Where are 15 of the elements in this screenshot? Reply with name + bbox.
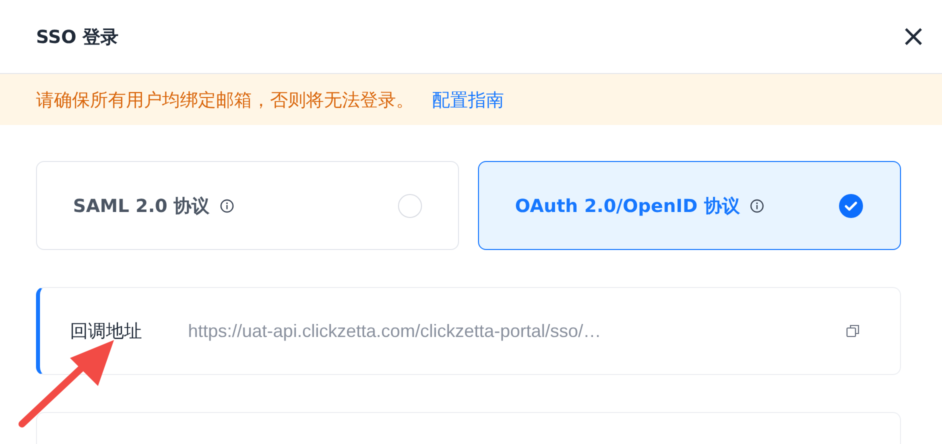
notice-text: 请确保所有用户均绑定邮箱，否则将无法登录。	[36, 88, 414, 112]
check-icon	[838, 192, 864, 218]
guide-link[interactable]: 配置指南	[432, 88, 504, 112]
protocol-label: SAML 2.0 协议	[73, 194, 210, 218]
protocol-option[interactable]: OAuth 2.0/OpenID 协议	[478, 161, 901, 250]
field-label: 回调地址	[70, 320, 143, 343]
info-icon[interactable]	[220, 198, 234, 212]
copy-icon[interactable]	[846, 324, 860, 338]
callback-url: https://uat-api.clickzetta.com/clickzetta-portal/sso/…	[188, 320, 602, 342]
close-button[interactable]: ×	[896, 22, 930, 52]
info-icon[interactable]	[750, 198, 764, 212]
dialog-title: SSO 登录	[36, 26, 119, 48]
protocol-option[interactable]: SAML 2.0 协议	[36, 161, 459, 250]
radio-circle	[398, 194, 422, 218]
protocol-label: OAuth 2.0/OpenID 协议	[515, 194, 740, 218]
